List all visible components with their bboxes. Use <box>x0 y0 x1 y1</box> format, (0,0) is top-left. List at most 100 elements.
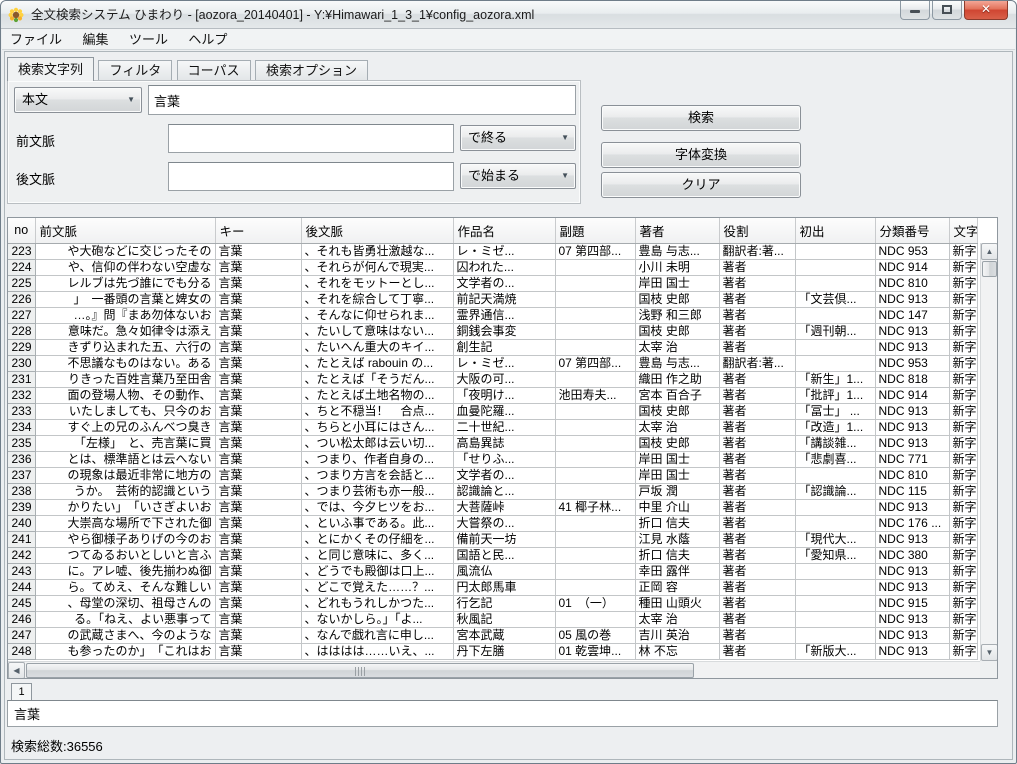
menu-item-file[interactable]: ファイル <box>2 29 70 50</box>
cell-key[interactable]: 言葉 <box>215 611 301 627</box>
table-horizontal-scrollbar[interactable] <box>8 661 997 678</box>
cell-no[interactable]: 236 <box>8 451 35 467</box>
cell-subtitle[interactable] <box>555 419 635 435</box>
cell-ndc[interactable]: NDC 953 <box>875 243 949 259</box>
table-row[interactable]: 240大崇高な場所で下された御言葉、といふ事である。此...大嘗祭の...折口 … <box>8 515 977 531</box>
cell-next_context[interactable]: 、ちと不穏当！ 合点... <box>301 403 453 419</box>
cell-role[interactable]: 著者 <box>719 307 795 323</box>
cell-ndc[interactable]: NDC 915 <box>875 595 949 611</box>
cell-work_title[interactable]: 「夜明け... <box>453 387 555 403</box>
cell-author[interactable]: 国枝 史郎 <box>635 291 719 307</box>
cell-first_publication[interactable]: 「改造」1... <box>795 419 875 435</box>
table-row[interactable]: 242つてゐるおいとしいと言ふ言葉、と同じ意味に、多く...国語と民...折口 … <box>8 547 977 563</box>
cell-subtitle[interactable] <box>555 307 635 323</box>
cell-ndc[interactable]: NDC 914 <box>875 259 949 275</box>
column-header-ndc[interactable]: 分類番号 <box>875 218 949 243</box>
cell-author[interactable]: 太宰 治 <box>635 339 719 355</box>
cell-subtitle[interactable] <box>555 515 635 531</box>
cell-role[interactable]: 著者 <box>719 483 795 499</box>
cell-author[interactable]: 小川 未明 <box>635 259 719 275</box>
cell-first_publication[interactable]: 「週刊朝... <box>795 323 875 339</box>
cell-key[interactable]: 言葉 <box>215 323 301 339</box>
cell-charset[interactable]: 新字新 <box>949 563 977 579</box>
cell-role[interactable]: 著者 <box>719 291 795 307</box>
cell-author[interactable]: 岸田 国士 <box>635 451 719 467</box>
menu-item-edit[interactable]: 編集 <box>74 29 116 50</box>
cell-first_publication[interactable]: 「新版大... <box>795 643 875 659</box>
cell-author[interactable]: 林 不忘 <box>635 643 719 659</box>
cell-work_title[interactable]: 行乞記 <box>453 595 555 611</box>
cell-ndc[interactable]: NDC 913 <box>875 499 949 515</box>
cell-role[interactable]: 著者 <box>719 259 795 275</box>
cell-key[interactable]: 言葉 <box>215 243 301 259</box>
cell-key[interactable]: 言葉 <box>215 451 301 467</box>
cell-ndc[interactable]: NDC 818 <box>875 371 949 387</box>
cell-key[interactable]: 言葉 <box>215 579 301 595</box>
cell-subtitle[interactable] <box>555 451 635 467</box>
cell-prev_context[interactable]: りきった百姓言葉乃至田舎 <box>35 371 215 387</box>
cell-next_context[interactable]: 、それも皆勇壮激越な... <box>301 243 453 259</box>
cell-prev_context[interactable]: 「左様」 と、売言葉に買 <box>35 435 215 451</box>
cell-key[interactable]: 言葉 <box>215 531 301 547</box>
cell-charset[interactable]: 新字新 <box>949 355 977 371</box>
cell-subtitle[interactable] <box>555 323 635 339</box>
cell-no[interactable]: 240 <box>8 515 35 531</box>
cell-key[interactable]: 言葉 <box>215 627 301 643</box>
cell-work_title[interactable]: 大阪の可... <box>453 371 555 387</box>
cell-no[interactable]: 245 <box>8 595 35 611</box>
cell-key[interactable]: 言葉 <box>215 499 301 515</box>
cell-key[interactable]: 言葉 <box>215 643 301 659</box>
cell-work_title[interactable]: 霊界通信... <box>453 307 555 323</box>
cell-no[interactable]: 231 <box>8 371 35 387</box>
cell-prev_context[interactable]: やら御様子ありげの今のお <box>35 531 215 547</box>
tab-corpus[interactable]: コーパス <box>177 60 251 81</box>
cell-ndc[interactable]: NDC 913 <box>875 403 949 419</box>
cell-no[interactable]: 237 <box>8 467 35 483</box>
cell-no[interactable]: 223 <box>8 243 35 259</box>
cell-work_title[interactable]: 秋風記 <box>453 611 555 627</box>
cell-role[interactable]: 著者 <box>719 387 795 403</box>
cell-author[interactable]: 岸田 国士 <box>635 275 719 291</box>
table-row[interactable]: 235「左様」 と、売言葉に買言葉、つい松太郎は云い切...高島異誌国枝 史郎著… <box>8 435 977 451</box>
tab-filter[interactable]: フィルタ <box>98 60 172 81</box>
cell-subtitle[interactable] <box>555 259 635 275</box>
cell-author[interactable]: 種田 山頭火 <box>635 595 719 611</box>
cell-next_context[interactable]: 、では、今夕ヒツをお... <box>301 499 453 515</box>
cell-no[interactable]: 246 <box>8 611 35 627</box>
cell-first_publication[interactable] <box>795 467 875 483</box>
cell-subtitle[interactable] <box>555 371 635 387</box>
cell-author[interactable]: 折口 信夫 <box>635 515 719 531</box>
cell-charset[interactable]: 新字新 <box>949 611 977 627</box>
cell-no[interactable]: 244 <box>8 579 35 595</box>
column-header-author[interactable]: 著者 <box>635 218 719 243</box>
cell-work_title[interactable]: 宮本武蔵 <box>453 627 555 643</box>
table-row[interactable]: 247の武蔵さまへ、今のような言葉、なんで戯れ言に申し...宮本武蔵05 風の巻… <box>8 627 977 643</box>
cell-role[interactable]: 著者 <box>719 595 795 611</box>
cell-first_publication[interactable]: 「現代大... <box>795 531 875 547</box>
cell-next_context[interactable]: 、たとえば土地名物の... <box>301 387 453 403</box>
prev-context-input[interactable] <box>168 124 454 153</box>
cell-no[interactable]: 226 <box>8 291 35 307</box>
table-row[interactable]: 232面の登場人物、その動作、言葉、たとえば土地名物の...「夜明け...池田寿… <box>8 387 977 403</box>
cell-work_title[interactable]: 風流仏 <box>453 563 555 579</box>
search-button[interactable]: 検索 <box>601 105 801 131</box>
cell-prev_context[interactable]: や、信仰の伴わない空虚な <box>35 259 215 275</box>
cell-prev_context[interactable]: すぐ上の兄のふんべつ臭き <box>35 419 215 435</box>
cell-work_title[interactable]: 銅銭会事変 <box>453 323 555 339</box>
cell-first_publication[interactable]: 「悲劇喜... <box>795 451 875 467</box>
cell-prev_context[interactable]: 面の登場人物、その動作、 <box>35 387 215 403</box>
tab-search-options[interactable]: 検索オプション <box>255 60 368 81</box>
cell-subtitle[interactable]: 07 第四部... <box>555 243 635 259</box>
cell-next_context[interactable]: 、そんなに仰せられま... <box>301 307 453 323</box>
cell-ndc[interactable]: NDC 913 <box>875 531 949 547</box>
cell-subtitle[interactable] <box>555 547 635 563</box>
cell-subtitle[interactable] <box>555 563 635 579</box>
cell-work_title[interactable]: 創生記 <box>453 339 555 355</box>
cell-key[interactable]: 言葉 <box>215 419 301 435</box>
cell-work_title[interactable]: 認識論と... <box>453 483 555 499</box>
cell-next_context[interactable]: 、つまり芸術も亦一般... <box>301 483 453 499</box>
cell-charset[interactable]: 新字新 <box>949 435 977 451</box>
cell-role[interactable]: 著者 <box>719 515 795 531</box>
column-header-key[interactable]: キー <box>215 218 301 243</box>
cell-author[interactable]: 豊島 与志... <box>635 243 719 259</box>
